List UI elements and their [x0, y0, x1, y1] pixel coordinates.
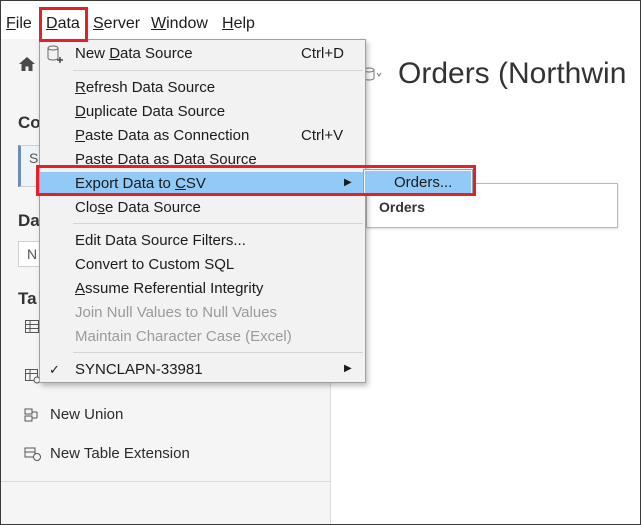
menu-separator	[73, 352, 363, 353]
shortcut-ctrl-d: Ctrl+D	[301, 45, 344, 62]
menu-item-convert-to-custom-sql[interactable]: Convert to Custom SQL	[40, 253, 365, 276]
menu-item-paste-data-as-connection[interactable]: Paste Data as Connection Ctrl+V	[40, 124, 365, 147]
data-menu-dropdown: New Data Source Ctrl+D Refresh Data Sour…	[39, 39, 366, 383]
orders-table-label: Orders	[379, 199, 425, 215]
app-window: File Data Server Window Help Co S Da N T…	[0, 0, 641, 525]
annotation-highlight-data-menu	[39, 7, 88, 42]
data-sources-heading: Da	[18, 211, 40, 230]
shortcut-ctrl-v: Ctrl+V	[301, 127, 344, 144]
menu-item-join-null-values: Join Null Values to Null Values	[75, 304, 278, 321]
menu-item-connection-synclapn[interactable]: ✓ SYNCLAPN-33981 ▶	[40, 358, 365, 381]
submenu-arrow-icon: ▶	[344, 363, 352, 374]
union-icon	[24, 408, 38, 422]
menu-item-duplicate-data-source[interactable]: Duplicate Data Source	[40, 100, 365, 123]
sidebar-divider	[1, 481, 331, 482]
connections-heading: Co	[18, 113, 41, 132]
menu-window[interactable]: Window	[151, 15, 208, 33]
annotation-highlight-export-row	[36, 165, 476, 196]
data-source-title[interactable]: Orders (Northwin	[398, 57, 626, 91]
menu-item-maintain-character-case: Maintain Character Case (Excel)	[75, 328, 292, 345]
database-icon	[363, 67, 382, 81]
menu-item-edit-data-source-filters[interactable]: Edit Data Source Filters...	[40, 229, 365, 252]
table-extension-icon	[24, 447, 41, 462]
menu-item-refresh-data-source[interactable]: Refresh Data Source	[40, 76, 365, 99]
menu-item-assume-referential-integrity[interactable]: Assume Referential Integrity	[40, 277, 365, 300]
menu-item-close-data-source[interactable]: Close Data Source	[40, 196, 365, 219]
menu-separator	[73, 223, 363, 224]
new-table-extension-item[interactable]: New Table Extension	[24, 445, 190, 462]
menu-server[interactable]: Server	[93, 15, 140, 33]
new-table-extension-label: New Table Extension	[50, 445, 190, 462]
home-icon[interactable]	[18, 55, 36, 73]
menu-separator	[73, 70, 363, 71]
menu-bar: File Data Server Window Help	[1, 1, 640, 39]
new-union-label: New Union	[50, 406, 124, 423]
new-data-source-icon	[47, 45, 63, 63]
tables-heading: Ta	[18, 289, 37, 308]
menu-item-new-data-source[interactable]: New Data Source Ctrl+D	[40, 42, 365, 65]
table-icon	[25, 320, 39, 333]
menu-file[interactable]: File	[6, 15, 32, 33]
checkmark-icon: ✓	[49, 362, 60, 377]
menu-help[interactable]: Help	[222, 15, 255, 33]
new-union-item[interactable]: New Union	[24, 406, 123, 423]
